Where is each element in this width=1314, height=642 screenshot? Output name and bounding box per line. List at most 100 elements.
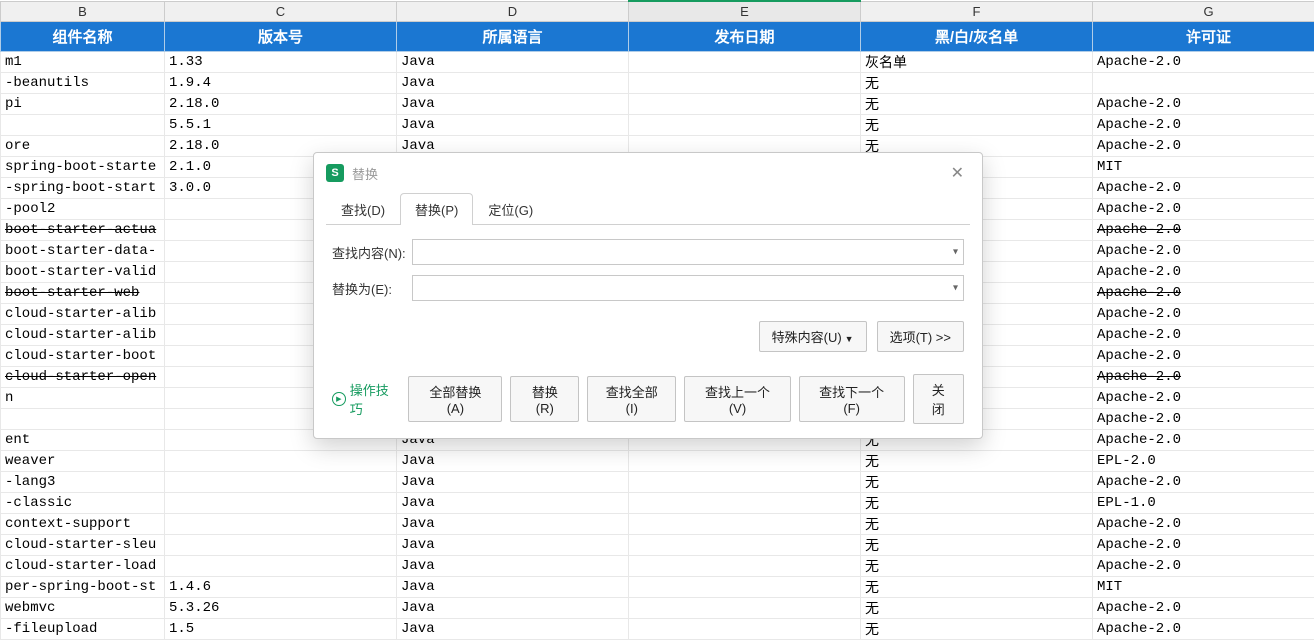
cell[interactable]: Java [397, 597, 629, 618]
cell[interactable]: Java [397, 72, 629, 93]
tab-replace[interactable]: 替换(P) [400, 193, 473, 225]
cell[interactable]: 无 [861, 513, 1093, 534]
cell[interactable]: Java [397, 51, 629, 72]
column-header-C[interactable]: C [165, 1, 397, 21]
cell[interactable]: -beanutils [1, 72, 165, 93]
cell[interactable]: ent [1, 429, 165, 450]
cell[interactable] [165, 450, 397, 471]
cell[interactable]: Apache-2.0 [1093, 471, 1314, 492]
header-cell[interactable]: 许可证 [1093, 21, 1314, 51]
special-content-button[interactable]: 特殊内容(U)▼ [759, 321, 867, 352]
dialog-titlebar[interactable]: S 替换 ✕ [314, 153, 982, 193]
replace-input[interactable] [412, 275, 964, 301]
column-header-G[interactable]: G [1093, 1, 1314, 21]
tab-goto[interactable]: 定位(G) [473, 193, 548, 225]
cell[interactable] [165, 534, 397, 555]
cell[interactable]: cloud-starter-alib [1, 303, 165, 324]
cell[interactable] [165, 492, 397, 513]
cell[interactable]: cloud-starter-sleu [1, 534, 165, 555]
cell[interactable]: cloud-starter-alib [1, 324, 165, 345]
cell[interactable] [629, 513, 861, 534]
header-cell[interactable]: 版本号 [165, 21, 397, 51]
cell[interactable]: -classic [1, 492, 165, 513]
cell[interactable]: 2.18.0 [165, 93, 397, 114]
cell[interactable]: Apache-2.0 [1093, 555, 1314, 576]
cell[interactable]: 无 [861, 471, 1093, 492]
cell[interactable]: Java [397, 93, 629, 114]
cell[interactable]: boot-starter-valid [1, 261, 165, 282]
column-header-B[interactable]: B [1, 1, 165, 21]
cell[interactable]: EPL-1.0 [1093, 492, 1314, 513]
cell[interactable]: 无 [861, 555, 1093, 576]
cell[interactable]: Apache-2.0 [1093, 345, 1314, 366]
cell[interactable]: webmvc [1, 597, 165, 618]
cell[interactable]: pi [1, 93, 165, 114]
cell[interactable]: boot-starter-web [1, 282, 165, 303]
cell[interactable]: Apache-2.0 [1093, 219, 1314, 240]
cell[interactable]: 无 [861, 72, 1093, 93]
cell[interactable] [629, 114, 861, 135]
cell[interactable] [1, 114, 165, 135]
cell[interactable]: Java [397, 618, 629, 639]
cell[interactable]: Apache-2.0 [1093, 282, 1314, 303]
cell[interactable]: 1.4.6 [165, 576, 397, 597]
cell[interactable]: Apache-2.0 [1093, 597, 1314, 618]
cell[interactable]: Apache-2.0 [1093, 93, 1314, 114]
cell[interactable] [629, 576, 861, 597]
cell[interactable]: EPL-2.0 [1093, 450, 1314, 471]
cell[interactable] [629, 450, 861, 471]
cell[interactable]: ore [1, 135, 165, 156]
cell[interactable]: 无 [861, 618, 1093, 639]
cell[interactable]: per-spring-boot-st [1, 576, 165, 597]
cell[interactable]: 灰名单 [861, 51, 1093, 72]
cell[interactable]: Apache-2.0 [1093, 366, 1314, 387]
cell[interactable] [165, 555, 397, 576]
cell[interactable] [165, 471, 397, 492]
cell[interactable]: Apache-2.0 [1093, 135, 1314, 156]
cell[interactable] [629, 72, 861, 93]
cell[interactable]: Java [397, 492, 629, 513]
cell[interactable]: -spring-boot-start [1, 177, 165, 198]
close-button[interactable]: 关闭 [913, 374, 964, 424]
cell[interactable] [629, 51, 861, 72]
cell[interactable]: spring-boot-starte [1, 156, 165, 177]
cell[interactable] [165, 513, 397, 534]
cell[interactable]: 无 [861, 576, 1093, 597]
cell[interactable] [1093, 72, 1314, 93]
cell[interactable]: boot-starter-data- [1, 240, 165, 261]
cell[interactable]: Apache-2.0 [1093, 177, 1314, 198]
options-button[interactable]: 选项(T) >> [877, 321, 964, 352]
cell[interactable]: boot-starter-actua [1, 219, 165, 240]
cell[interactable]: 5.5.1 [165, 114, 397, 135]
cell[interactable]: Apache-2.0 [1093, 261, 1314, 282]
cell[interactable] [629, 471, 861, 492]
cell[interactable]: context-support [1, 513, 165, 534]
cell[interactable]: -pool2 [1, 198, 165, 219]
column-header-D[interactable]: D [397, 1, 629, 21]
cell[interactable]: Apache-2.0 [1093, 303, 1314, 324]
cell[interactable]: Java [397, 534, 629, 555]
cell[interactable]: 5.3.26 [165, 597, 397, 618]
cell[interactable]: Apache-2.0 [1093, 114, 1314, 135]
cell[interactable] [629, 597, 861, 618]
find-next-button[interactable]: 查找下一个(F) [799, 376, 905, 422]
cell[interactable]: -lang3 [1, 471, 165, 492]
cell[interactable]: Apache-2.0 [1093, 324, 1314, 345]
cell[interactable] [629, 492, 861, 513]
cell[interactable]: Java [397, 576, 629, 597]
cell[interactable]: 无 [861, 597, 1093, 618]
cell[interactable]: 无 [861, 450, 1093, 471]
find-all-button[interactable]: 查找全部(I) [587, 376, 676, 422]
cell[interactable] [629, 618, 861, 639]
close-icon[interactable]: ✕ [945, 161, 970, 185]
cell[interactable]: Apache-2.0 [1093, 513, 1314, 534]
replace-button[interactable]: 替换(R) [510, 376, 579, 422]
cell[interactable]: cloud-starter-boot [1, 345, 165, 366]
cell[interactable]: Apache-2.0 [1093, 618, 1314, 639]
cell[interactable]: 1.5 [165, 618, 397, 639]
cell[interactable]: Java [397, 513, 629, 534]
column-header-F[interactable]: F [861, 1, 1093, 21]
cell[interactable]: Java [397, 114, 629, 135]
cell[interactable]: Java [397, 471, 629, 492]
cell[interactable]: Apache-2.0 [1093, 240, 1314, 261]
